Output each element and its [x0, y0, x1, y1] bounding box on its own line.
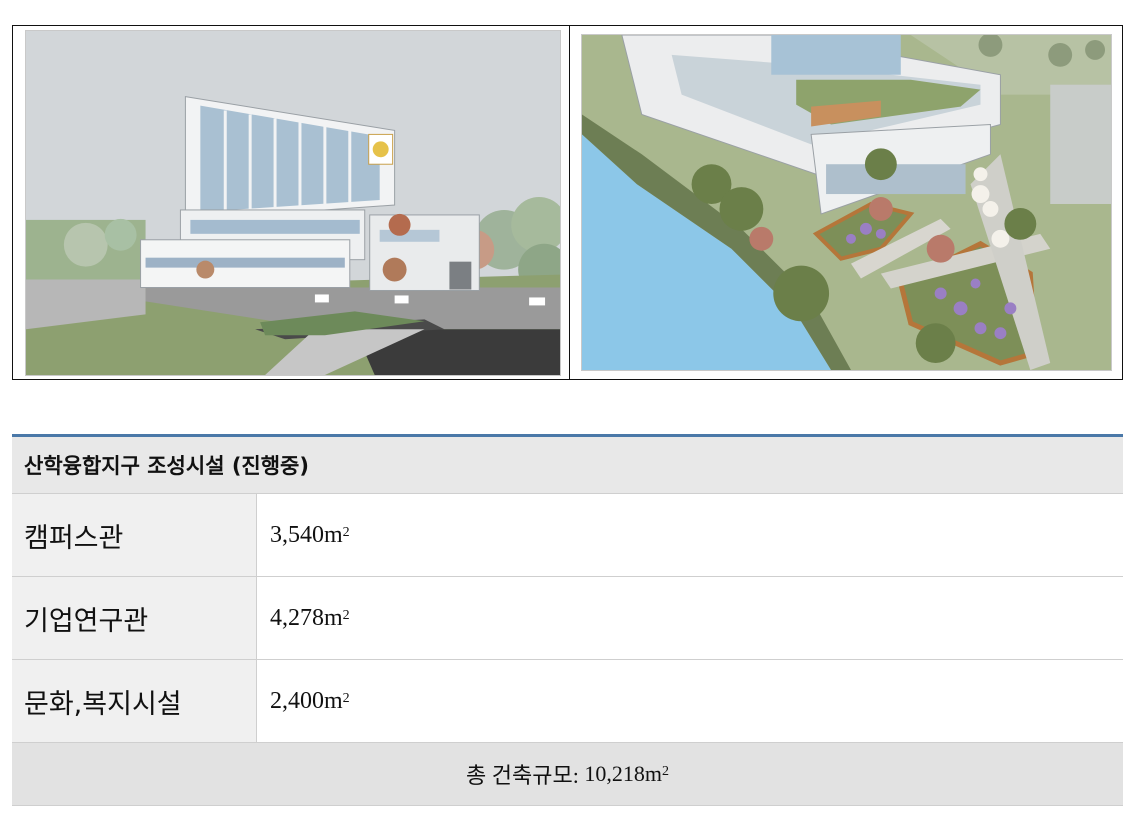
- total-unit-sup: 2: [661, 764, 669, 779]
- table-row-culture: 문화,복지시설 2,400m 2: [12, 660, 1123, 743]
- facility-area-value: 3,540m: [270, 521, 343, 548]
- facility-area: 2,400m 2: [257, 660, 1123, 742]
- facility-area: 4,278m 2: [257, 577, 1123, 659]
- facility-area-value: 2,400m: [270, 687, 343, 714]
- total-label: 총 건축규모:: [466, 763, 579, 788]
- table-total-row: 총 건축규모: 10,218m 2: [12, 743, 1123, 806]
- facility-name: 문화,복지시설: [12, 660, 257, 742]
- facility-table: 산학융합지구 조성시설 (진행중) 캠퍼스관 3,540m 2 기업연구관 4,2…: [12, 434, 1123, 806]
- table-title: 산학융합지구 조성시설 (진행중): [12, 437, 1123, 494]
- facility-name: 캠퍼스관: [12, 494, 257, 576]
- facility-area-unit-sup: 2: [342, 608, 350, 623]
- building-exterior-rendering: [25, 30, 561, 376]
- facility-area: 3,540m 2: [257, 494, 1123, 576]
- table-row-campus: 캠퍼스관 3,540m 2: [12, 494, 1123, 577]
- image-divider: [569, 26, 570, 379]
- garden-aerial-rendering: [581, 34, 1112, 371]
- facility-area-value: 4,278m: [270, 604, 343, 631]
- facility-area-unit-sup: 2: [342, 691, 350, 706]
- rendering-image-frame: [12, 25, 1123, 380]
- facility-area-unit-sup: 2: [342, 525, 350, 540]
- table-row-research: 기업연구관 4,278m 2: [12, 577, 1123, 660]
- facility-name: 기업연구관: [12, 577, 257, 659]
- total-value: 10,218m: [584, 761, 662, 786]
